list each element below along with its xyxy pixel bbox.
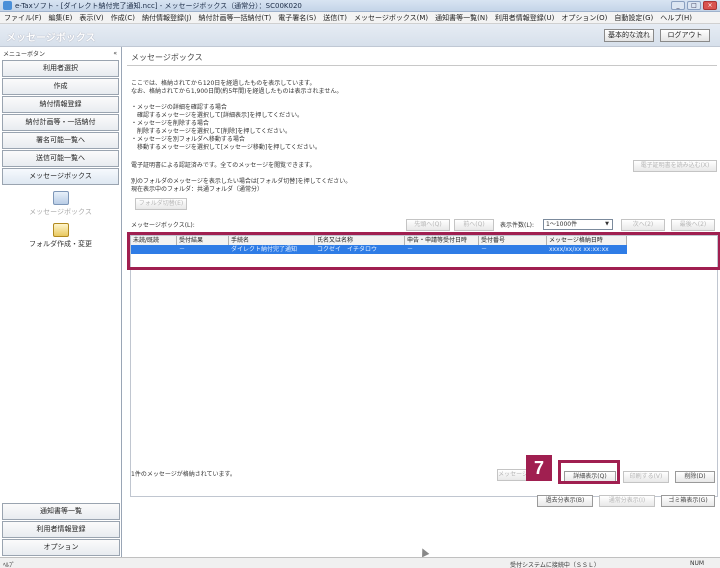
print-button[interactable]: 印刷する(V) bbox=[623, 471, 669, 483]
sidebar-item-message-box[interactable]: メッセージボックス bbox=[2, 168, 119, 185]
header-band: メッセージボックス 基本的な流れ ログアウト bbox=[0, 24, 720, 47]
next-page-button[interactable]: 次へ(2) bbox=[621, 219, 665, 231]
sidebar-item-user-select[interactable]: 利用者選択 bbox=[2, 60, 119, 77]
step-number-badge: 7 bbox=[526, 455, 552, 481]
sidebar-collapse-button[interactable]: « bbox=[113, 50, 117, 57]
sidebar-item-options[interactable]: オプション bbox=[2, 539, 120, 556]
menu-create[interactable]: 作成(C) bbox=[111, 13, 135, 23]
folder-line-1: 別のフォルダのメッセージを表示したい場合は[フォルダ切替]を押してください。 bbox=[131, 178, 352, 185]
menu-auto-settings[interactable]: 自動設定(G) bbox=[614, 13, 653, 23]
info-line-1: ここでは、格納されてから120日を経過したものを表示しています。 bbox=[131, 80, 316, 87]
sidebar-item-user-info[interactable]: 利用者情報登録 bbox=[2, 521, 120, 538]
status-connection: 受付システムに接続中（ＳＳＬ） bbox=[510, 562, 600, 568]
normal-view-button[interactable]: 通常分表示(I) bbox=[599, 495, 655, 507]
menu-payment-info[interactable]: 納付情報登録(J) bbox=[142, 13, 192, 23]
folder-icon[interactable] bbox=[52, 223, 69, 237]
sidebar-item-notices[interactable]: 通知書等一覧 bbox=[2, 503, 120, 520]
menu-notices[interactable]: 通知書等一覧(N) bbox=[435, 13, 488, 23]
sidebar-label: メニューボタン bbox=[3, 50, 46, 58]
sidebar-item-create[interactable]: 作成 bbox=[2, 78, 119, 95]
sidebar-sub-message-box[interactable]: メッセージボックス bbox=[0, 207, 121, 217]
menu-send[interactable]: 送信(T) bbox=[323, 13, 347, 23]
info-line-2: なお、格納されてから1,900日間(約5年間)を経過したものは表示されません。 bbox=[131, 88, 343, 95]
sidebar-item-sendable-list[interactable]: 送信可能一覧へ bbox=[2, 150, 119, 167]
list-highlight-frame bbox=[127, 232, 720, 270]
chevron-down-icon: ▼ bbox=[605, 221, 609, 227]
cert-status-line: 電子証明書による認証済みです。全てのメッセージを閲覧できます。 bbox=[131, 162, 316, 169]
menu-user-info[interactable]: 利用者情報登録(U) bbox=[495, 13, 555, 23]
maximize-button[interactable]: □ bbox=[687, 1, 701, 10]
message-list[interactable]: 未読/既読 受付結果 手続名 氏名又は名称 申告・申請等受付日時 受付番号 メッ… bbox=[130, 235, 718, 497]
sidebar-item-payment-plan[interactable]: 納付計画等・一括納付 bbox=[2, 114, 119, 131]
page-heading: メッセージボックス bbox=[6, 33, 96, 44]
sidebar-item-signable-list[interactable]: 署名可能一覧へ bbox=[2, 132, 119, 149]
title-bar: e-Taxソフト - [ダイレクト納付完了通知.ncc] - メッセージボックス… bbox=[0, 0, 720, 12]
delete-button[interactable]: 削除(D) bbox=[675, 471, 715, 483]
instruction-line-1: ・メッセージの詳細を確認する場合 bbox=[131, 104, 227, 111]
count-label: 表示件数(L): bbox=[500, 222, 535, 229]
message-count-status: 1件のメッセージが格納されています。 bbox=[131, 471, 236, 478]
instruction-line-2: 確認するメッセージを選択して[詳細表示]を押してください。 bbox=[131, 112, 304, 119]
message-box-icon[interactable] bbox=[52, 191, 69, 205]
app-icon bbox=[3, 1, 12, 10]
basic-flow-button[interactable]: 基本的な流れ bbox=[604, 29, 654, 42]
logout-button[interactable]: ログアウト bbox=[660, 29, 710, 42]
read-cert-button[interactable]: 電子証明書を読み込む(X) bbox=[633, 160, 717, 172]
instruction-line-4: 削除するメッセージを選択して[削除]を押してください。 bbox=[131, 128, 292, 135]
menu-message-box[interactable]: メッセージボックス(M) bbox=[354, 13, 428, 23]
menu-edit[interactable]: 編集(E) bbox=[49, 13, 73, 23]
instruction-line-6: 移動するメッセージを選択して[メッセージ移動]を押してください。 bbox=[131, 144, 321, 151]
list-label: メッセージボックス(L): bbox=[131, 222, 195, 229]
folder-line-2: 現在表示中のフォルダ：共通フォルダ（通常分） bbox=[131, 186, 264, 193]
status-help: ﾍﾙﾌﾟ bbox=[3, 562, 16, 568]
instruction-line-5: ・メッセージを別フォルダへ移動する場合 bbox=[131, 136, 245, 143]
count-select-value: 1～1000件 bbox=[546, 221, 578, 228]
menu-file[interactable]: ファイル(F) bbox=[4, 13, 42, 23]
sidebar-item-payment-info[interactable]: 納付情報登録 bbox=[2, 96, 119, 113]
menu-signature[interactable]: 電子署名(S) bbox=[278, 13, 316, 23]
sidebar-sub-folder-create[interactable]: フォルダ作成・変更 bbox=[0, 239, 121, 249]
count-select[interactable]: 1～1000件 ▼ bbox=[543, 219, 613, 230]
title-divider bbox=[127, 65, 717, 66]
trash-view-button[interactable]: ゴミ箱表示(G) bbox=[661, 495, 715, 507]
main-title: メッセージボックス bbox=[131, 53, 203, 62]
sidebar: メニューボタン « 利用者選択 作成 納付情報登録 納付計画等・一括納付 署名可… bbox=[0, 47, 122, 557]
status-bar: ﾍﾙﾌﾟ 受付システムに接続中（ＳＳＬ） NUM bbox=[0, 557, 720, 568]
sidebar-header: メニューボタン « bbox=[0, 47, 121, 59]
window-title: e-Taxソフト - [ダイレクト納付完了通知.ncc] - メッセージボックス… bbox=[15, 1, 302, 10]
detail-button-highlight-frame bbox=[558, 460, 620, 484]
close-button[interactable]: × bbox=[703, 1, 717, 10]
past-view-button[interactable]: 過去分表示(B) bbox=[537, 495, 593, 507]
menu-view[interactable]: 表示(V) bbox=[79, 13, 103, 23]
instruction-line-3: ・メッセージを削除する場合 bbox=[131, 120, 209, 127]
menu-options[interactable]: オプション(O) bbox=[561, 13, 607, 23]
main-panel: メッセージボックス ここでは、格納されてから120日を経過したものを表示していま… bbox=[123, 47, 720, 557]
minimize-button[interactable]: _ bbox=[671, 1, 685, 10]
menu-help[interactable]: ヘルプ(H) bbox=[660, 13, 692, 23]
prev-page-button[interactable]: 前へ(Q) bbox=[454, 219, 494, 231]
first-page-button[interactable]: 先頭へ(Q) bbox=[406, 219, 450, 231]
status-num: NUM bbox=[690, 560, 705, 567]
last-page-button[interactable]: 最後へ(2) bbox=[671, 219, 715, 231]
folder-switch-button[interactable]: フォルダ切替(E) bbox=[135, 198, 187, 210]
menu-payment-plan[interactable]: 納付計画等一括納付(T) bbox=[199, 13, 272, 23]
menu-bar: ファイル(F) 編集(E) 表示(V) 作成(C) 納付情報登録(J) 納付計画… bbox=[0, 12, 720, 24]
